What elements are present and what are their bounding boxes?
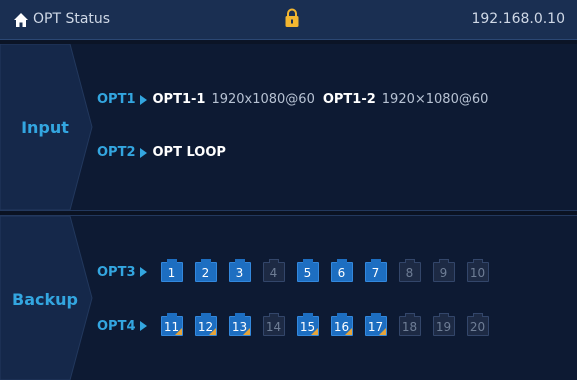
opt2-source: OPT LOOP <box>152 145 226 160</box>
arrow-right-icon <box>139 321 147 331</box>
opt1-2-source: OPT1-2 <box>322 92 376 107</box>
opt1-row: OPT1 OPT1-1 1920x1080@60 OPT1-2 1920×108… <box>97 92 496 107</box>
port-16[interactable]: 16 <box>330 313 353 336</box>
port-label: 4 <box>269 266 278 280</box>
opt3-row: OPT3 1 2 3 4 5 6 7 8 9 10 <box>97 259 501 282</box>
port-20[interactable]: 20 <box>466 313 489 336</box>
opt4-label: OPT4 <box>97 318 136 334</box>
port-tab <box>166 259 177 263</box>
port-tab <box>336 259 347 263</box>
page-title: OPT Status <box>33 11 111 27</box>
port-label: 2 <box>201 266 210 280</box>
port-marker <box>344 328 352 335</box>
port-9[interactable]: 9 <box>432 259 455 282</box>
port-label: 20 <box>469 320 486 334</box>
opt4-row: OPT4 11 12 13 14 15 16 17 18 19 20 <box>97 313 501 336</box>
port-label: 9 <box>439 266 448 280</box>
port-18[interactable]: 18 <box>398 313 421 336</box>
ip-address: 192.168.0.10 <box>471 11 565 27</box>
port-19[interactable]: 19 <box>432 313 455 336</box>
port-marker <box>242 328 250 335</box>
port-label: 14 <box>265 320 282 334</box>
port-label: 6 <box>337 266 346 280</box>
port-tab <box>404 313 415 317</box>
port-tab <box>472 259 483 263</box>
port-tab <box>234 259 245 263</box>
port-label: 1 <box>167 266 176 280</box>
port-4[interactable]: 4 <box>262 259 285 282</box>
arrow-right-icon <box>139 94 147 105</box>
opt2-label: OPT2 <box>97 145 136 160</box>
port-tab <box>404 259 415 263</box>
opt1-1-resolution: 1920x1080@60 <box>211 92 315 107</box>
opt1-label: OPT1 <box>97 92 136 107</box>
port-label: 3 <box>235 266 244 280</box>
backup-section-label: Backup <box>12 290 78 309</box>
port-7[interactable]: 7 <box>364 259 387 282</box>
port-tab <box>268 259 279 263</box>
input-section-label: Input <box>21 118 69 137</box>
port-marker <box>378 328 386 335</box>
input-panel: Input OPT1 OPT1-1 1920x1080@60 OPT1-2 19… <box>0 44 577 210</box>
opt1-2-resolution: 1920×1080@60 <box>381 92 489 107</box>
port-tab <box>200 313 211 317</box>
port-2[interactable]: 2 <box>194 259 217 282</box>
port-11[interactable]: 11 <box>160 313 183 336</box>
port-tab <box>370 313 381 317</box>
port-tab <box>438 313 449 317</box>
port-1[interactable]: 1 <box>160 259 183 282</box>
opt2-row: OPT2 OPT LOOP <box>97 145 226 160</box>
port-17[interactable]: 17 <box>364 313 387 336</box>
port-12[interactable]: 12 <box>194 313 217 336</box>
arrow-right-icon <box>139 267 147 277</box>
top-bar: OPT Status 192.168.0.10 <box>0 0 577 40</box>
port-tab <box>302 313 313 317</box>
port-marker <box>174 328 182 335</box>
port-15[interactable]: 15 <box>296 313 319 336</box>
port-tab <box>370 259 381 263</box>
port-8[interactable]: 8 <box>398 259 421 282</box>
port-label: 7 <box>371 266 380 280</box>
port-label: 10 <box>469 266 486 280</box>
port-tab <box>234 313 245 317</box>
port-tab <box>336 313 347 317</box>
port-tab <box>268 313 279 317</box>
port-3[interactable]: 3 <box>228 259 251 282</box>
port-label: 18 <box>401 320 418 334</box>
lock-icon[interactable] <box>284 8 300 28</box>
port-tab <box>472 313 483 317</box>
port-14[interactable]: 14 <box>262 313 285 336</box>
port-10[interactable]: 10 <box>466 259 489 282</box>
port-5[interactable]: 5 <box>296 259 319 282</box>
opt3-label: OPT3 <box>97 264 136 280</box>
port-marker <box>208 328 216 335</box>
arrow-right-icon <box>139 147 147 158</box>
port-tab <box>302 259 313 263</box>
port-label: 5 <box>303 266 312 280</box>
port-tab <box>166 313 177 317</box>
port-tab <box>200 259 211 263</box>
port-tab <box>438 259 449 263</box>
port-6[interactable]: 6 <box>330 259 353 282</box>
port-marker <box>310 328 318 335</box>
backup-panel: Backup OPT3 1 2 3 4 5 6 7 8 9 10 OPT4 11 12 13 14 15 1… <box>0 216 577 380</box>
port-label: 8 <box>405 266 414 280</box>
opt1-1-source: OPT1-1 <box>152 92 206 107</box>
home-icon[interactable] <box>13 12 29 28</box>
port-13[interactable]: 13 <box>228 313 251 336</box>
port-label: 19 <box>435 320 452 334</box>
